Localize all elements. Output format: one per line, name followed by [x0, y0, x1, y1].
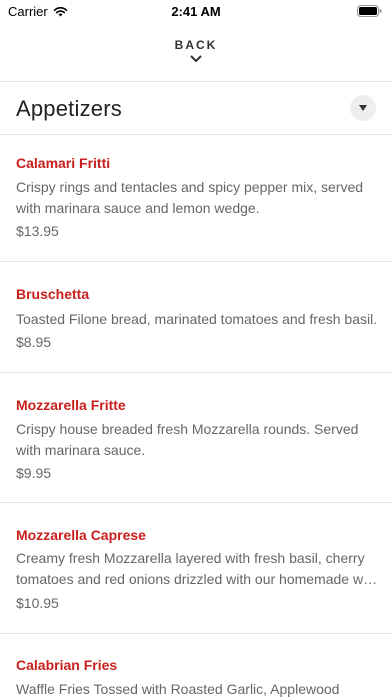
item-price: $10.95	[16, 595, 59, 611]
item-description: Crispy rings and tentacles and spicy pep…	[16, 179, 364, 216]
item-price: $8.95	[16, 334, 52, 350]
menu-item-calabrian-fries[interactable]: Calabrian Fries Waffle Fries Tossed with…	[0, 634, 392, 697]
item-price: $13.95	[16, 223, 59, 239]
back-label: BACK	[174, 38, 218, 52]
section-header: Appetizers	[0, 82, 392, 134]
caret-down-icon	[359, 105, 367, 111]
item-name: Bruschetta	[16, 286, 90, 302]
menu-item-mozzarella-caprese[interactable]: Mozzarella Caprese Creamy fresh Mozzarel…	[0, 503, 392, 633]
section-collapse-button[interactable]	[350, 95, 376, 121]
battery-icon	[357, 5, 382, 17]
item-description: Waffle Fries Tossed with Roasted Garlic,…	[16, 681, 340, 697]
chevron-down-icon	[190, 55, 202, 62]
item-description: Toasted Filone bread, marinated tomatoes…	[16, 311, 378, 327]
status-bar: Carrier 2:41 AM	[0, 0, 392, 22]
item-name: Mozzarella Caprese	[16, 527, 146, 543]
menu-item-bruschetta[interactable]: Bruschetta Toasted Filone bread, marinat…	[0, 262, 392, 372]
item-name: Calabrian Fries	[16, 657, 118, 673]
back-button[interactable]: BACK	[0, 30, 392, 76]
status-time: 2:41 AM	[171, 4, 221, 19]
item-description: Creamy fresh Mozzarella layered with fre…	[16, 550, 378, 587]
section-title: Appetizers	[16, 96, 122, 121]
item-price: $9.95	[16, 465, 52, 481]
item-description: Crispy house breaded fresh Mozzarella ro…	[16, 421, 359, 458]
item-name: Calamari Fritti	[16, 155, 111, 171]
item-name: Mozzarella Fritte	[16, 397, 126, 413]
menu-item-mozzarella-fritte[interactable]: Mozzarella Fritte Crispy house breaded f…	[0, 373, 392, 502]
menu-item-calamari-fritti[interactable]: Calamari Fritti Crispy rings and tentacl…	[0, 135, 392, 261]
